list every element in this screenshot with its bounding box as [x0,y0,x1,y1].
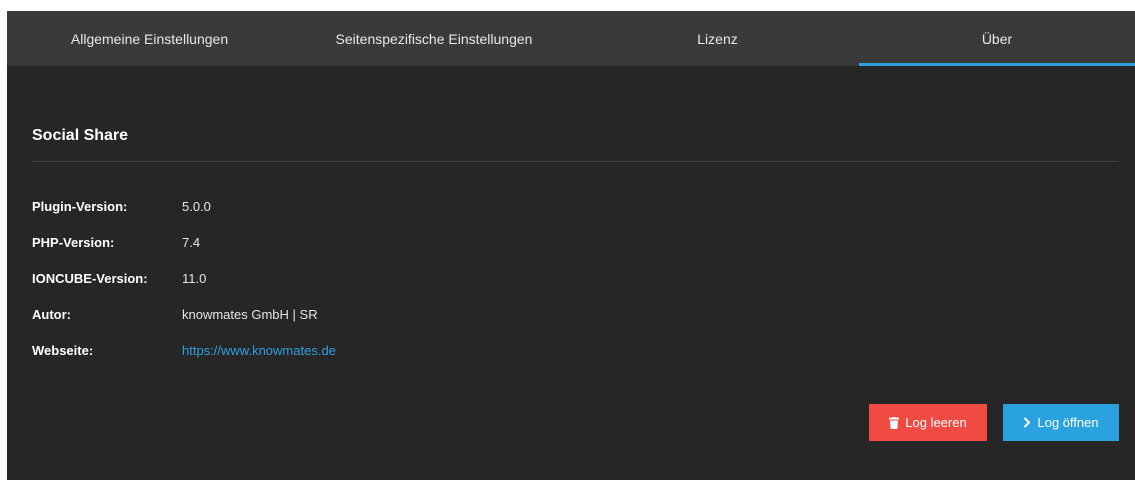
section-divider [32,161,1119,162]
open-log-label: Log öffnen [1037,415,1099,430]
info-row-author: Autor: knowmates GmbH | SR [32,304,318,324]
info-value: 5.0.0 [182,198,211,214]
tab-label: Lizenz [697,30,738,47]
tab-label: Seitenspezifische Einstellungen [335,30,533,47]
info-row-ioncube-version: IONCUBE-Version: 11.0 [32,268,206,288]
info-value: 7.4 [182,234,201,250]
info-row-website: Webseite: https://www.knowmates.de [32,340,336,360]
chevron-right-icon [1023,417,1031,428]
tab-label: Allgemeine Einstellungen [70,30,229,47]
tab-general-settings[interactable]: Allgemeine Einstellungen [7,11,292,66]
info-value: 11.0 [182,270,207,286]
tab-about[interactable]: Über [859,11,1135,66]
info-label: Plugin-Version: [32,198,128,214]
info-label: PHP-Version: [32,234,115,250]
website-link[interactable]: https://www.knowmates.de [182,343,336,358]
trash-icon [889,416,900,429]
info-row-php-version: PHP-Version: 7.4 [32,232,200,252]
section-title: Social Share [32,127,129,144]
info-label: Webseite: [32,342,94,358]
info-row-plugin-version: Plugin-Version: 5.0.0 [32,196,211,216]
info-label: IONCUBE-Version: [32,270,148,286]
tab-page-specific-settings[interactable]: Seitenspezifische Einstellungen [292,11,576,66]
info-value: knowmates GmbH | SR [182,306,318,322]
info-label: Autor: [32,306,71,322]
tab-bar: Allgemeine Einstellungen Seitenspezifisc… [7,11,1135,66]
clear-log-label: Log leeren [905,415,967,430]
tab-license[interactable]: Lizenz [576,11,859,66]
tab-label: Über [981,30,1013,47]
settings-panel: Allgemeine Einstellungen Seitenspezifisc… [7,11,1135,480]
open-log-button[interactable]: Log öffnen [1003,404,1119,441]
clear-log-button[interactable]: Log leeren [869,404,987,441]
